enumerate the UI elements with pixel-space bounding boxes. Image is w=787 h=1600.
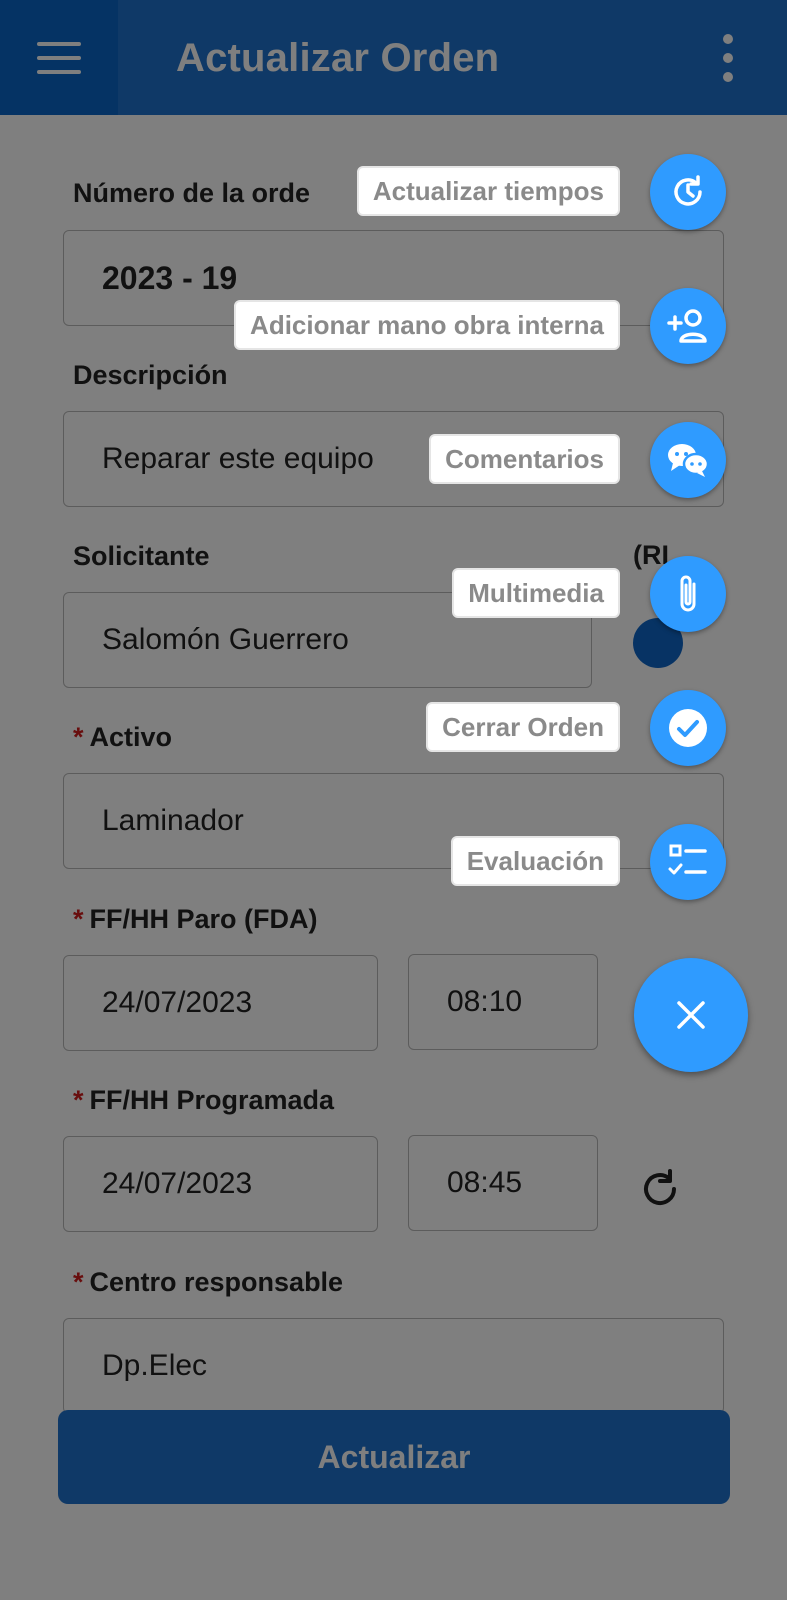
close-icon — [677, 1001, 705, 1029]
clock-refresh-icon — [674, 175, 702, 206]
add-labor-button[interactable] — [650, 288, 726, 364]
update-times-button[interactable] — [650, 154, 726, 230]
close-order-button[interactable] — [650, 690, 726, 766]
update-times-label[interactable]: Actualizar tiempos — [356, 166, 620, 216]
multimedia-button[interactable] — [650, 556, 726, 632]
add-labor-label[interactable]: Adicionar mano obra interna — [234, 300, 620, 350]
evaluation-label[interactable]: Evaluación — [450, 836, 620, 886]
evaluation-button[interactable] — [650, 824, 726, 900]
comments-button[interactable] — [650, 422, 726, 498]
check-circle-icon — [669, 709, 707, 747]
close-order-label[interactable]: Cerrar Orden — [426, 702, 620, 752]
multimedia-label[interactable]: Multimedia — [452, 568, 620, 618]
comments-label[interactable]: Comentarios — [429, 434, 620, 484]
checklist-icon — [668, 844, 707, 875]
chat-icon — [668, 444, 710, 477]
speed-dial-scrim[interactable] — [0, 0, 787, 1600]
close-speed-dial-button[interactable] — [634, 958, 748, 1072]
paperclip-icon — [680, 575, 696, 612]
add-person-icon — [667, 309, 707, 343]
